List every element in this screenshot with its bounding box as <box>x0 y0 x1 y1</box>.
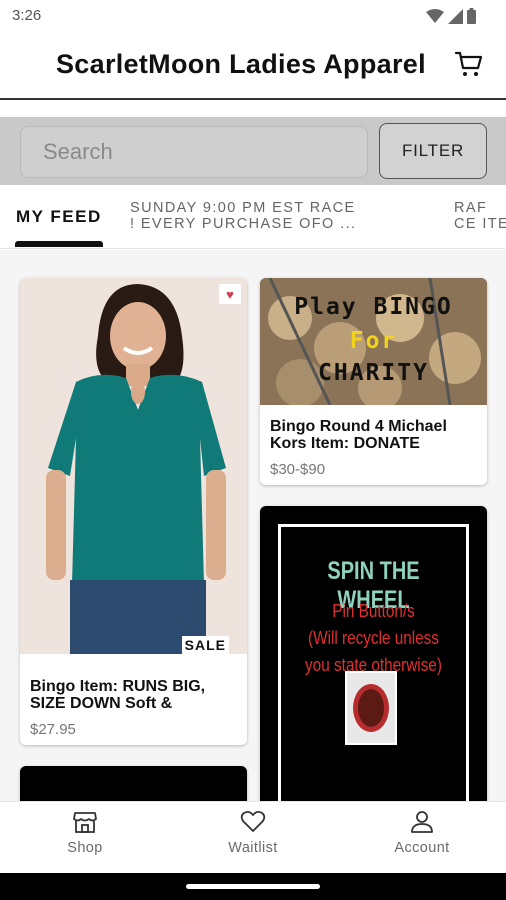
app-header: ScarletMoon Ladies Apparel <box>0 32 506 100</box>
product-card[interactable]: SPIN THE WHEEL Pin Button/s (Will recycl… <box>260 506 487 801</box>
account-icon <box>411 811 433 833</box>
signal-icon <box>448 8 463 24</box>
cart-icon[interactable] <box>454 49 484 79</box>
product-title: Bingo Item: RUNS BIG, SIZE DOWN Soft & <box>30 678 206 712</box>
nav-waitlist[interactable]: Waitlist <box>193 810 313 856</box>
product-image: ♥ SALE <box>20 278 247 654</box>
status-icons <box>426 8 476 24</box>
tab-raffle-line2: CE ITE <box>454 216 506 232</box>
tab-active-indicator <box>15 241 103 247</box>
spin-line-2: (Will recycle unless <box>308 628 439 648</box>
nav-account[interactable]: Account <box>362 810 482 856</box>
favorite-heart-icon[interactable]: ♥ <box>219 284 241 304</box>
bottom-nav: Shop Waitlist Account <box>0 801 506 873</box>
bingo-image-text-3: CHARITY <box>318 360 429 386</box>
product-card[interactable] <box>20 766 247 801</box>
status-bar: 3:26 <box>0 0 506 32</box>
nav-shop-label: Shop <box>67 840 103 856</box>
bingo-image-text-1: Play BINGO <box>294 294 453 320</box>
product-price: $27.95 <box>30 721 76 738</box>
search-strip: Search FILTER <box>0 117 506 185</box>
wifi-icon <box>426 8 444 23</box>
shop-icon <box>73 812 97 833</box>
tab-raffle-line1: RAF <box>454 200 488 216</box>
gesture-bar <box>0 873 506 900</box>
tab-my-feed[interactable]: MY FEED <box>16 207 102 227</box>
nav-shop[interactable]: Shop <box>25 810 145 856</box>
product-card[interactable]: Play BINGO For CHARITY Bingo Round 4 Mic… <box>260 278 487 485</box>
product-feed: ♥ SALE Bingo Item: RUNS BIG, SIZE DOWN S… <box>0 250 506 801</box>
sale-badge: SALE <box>181 636 229 654</box>
search-placeholder: Search <box>43 139 113 164</box>
home-gesture-pill[interactable] <box>186 884 320 889</box>
product-card[interactable]: ♥ SALE Bingo Item: RUNS BIG, SIZE DOWN S… <box>20 278 247 745</box>
bingo-image-text-2: For <box>349 328 398 354</box>
nav-waitlist-label: Waitlist <box>228 840 278 856</box>
nav-account-label: Account <box>394 840 450 856</box>
app-title: ScarletMoon Ladies Apparel <box>56 49 426 79</box>
pin-button-photo <box>345 671 397 745</box>
tab-sunday-race[interactable]: SUNDAY 9:00 PM EST RACE ! EVERY PURCHASE… <box>130 200 400 232</box>
product-price: $30-$90 <box>270 461 326 478</box>
model-photo <box>20 278 247 654</box>
spin-line-1: Pin Button/s <box>332 601 415 621</box>
battery-icon <box>467 8 476 24</box>
product-image: Play BINGO For CHARITY <box>260 278 487 405</box>
heart-icon <box>240 810 266 832</box>
filter-button[interactable]: FILTER <box>379 123 487 179</box>
product-title: Bingo Round 4 Michael Kors Item: DONATE <box>270 418 447 452</box>
tab-sunday-line2: ! EVERY PURCHASE OFO ... <box>130 216 357 232</box>
status-time: 3:26 <box>12 7 42 24</box>
feed-tabs: MY FEED SUNDAY 9:00 PM EST RACE ! EVERY … <box>0 185 506 249</box>
tab-sunday-line1: SUNDAY 9:00 PM EST RACE <box>130 200 356 216</box>
tab-raffle[interactable]: RAF CE ITE <box>454 200 506 232</box>
search-input[interactable]: Search <box>20 126 368 178</box>
spin-wheel-image: SPIN THE WHEEL Pin Button/s (Will recycl… <box>278 524 469 801</box>
